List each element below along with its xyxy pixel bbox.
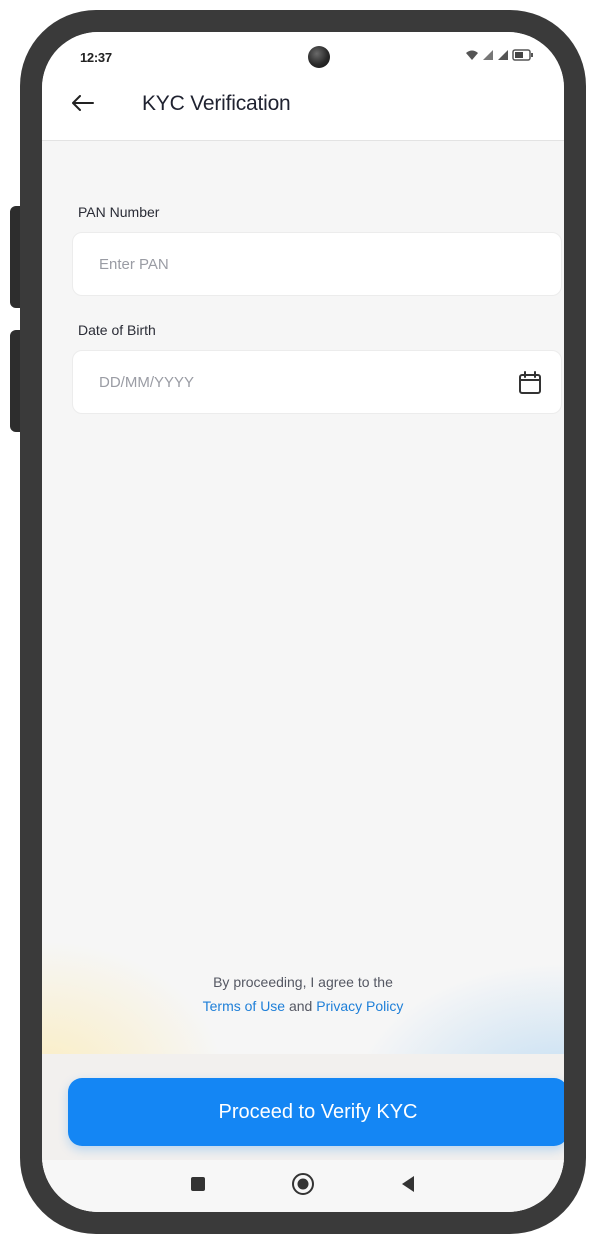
recents-button[interactable] — [182, 1170, 214, 1202]
privacy-policy-link[interactable]: Privacy Policy — [316, 998, 403, 1014]
pan-field-container — [72, 232, 562, 296]
recents-square-icon — [190, 1176, 206, 1197]
dob-input[interactable] — [73, 351, 561, 413]
proceed-verify-kyc-button[interactable]: Proceed to Verify KYC — [68, 1078, 564, 1146]
home-circle-icon — [291, 1172, 315, 1201]
status-icons — [465, 48, 534, 66]
home-button[interactable] — [287, 1170, 319, 1202]
front-camera — [308, 46, 330, 68]
dob-label: Date of Birth — [78, 322, 156, 338]
dob-field-container — [72, 350, 562, 414]
consent-text: By proceeding, I agree to the Terms of U… — [42, 970, 564, 1018]
back-button[interactable] — [66, 88, 100, 122]
calendar-icon[interactable] — [517, 370, 543, 396]
consent-conjunction: and — [288, 998, 313, 1014]
pan-label: PAN Number — [78, 204, 160, 220]
pan-input[interactable] — [73, 233, 561, 295]
signal-icon — [482, 48, 494, 66]
screen: 12:37 KYC Verification PAN Number Enter … — [42, 32, 564, 1212]
system-nav-bar — [42, 1160, 564, 1212]
top-bar: 12:37 KYC Verification — [42, 32, 564, 141]
nav-back-button[interactable] — [392, 1170, 424, 1202]
battery-icon — [512, 48, 534, 66]
terms-of-use-link[interactable]: Terms of Use — [203, 998, 285, 1014]
consent-prefix: By proceeding, I agree to the — [213, 974, 393, 990]
page-title: KYC Verification — [142, 92, 291, 115]
wifi-icon — [465, 48, 479, 66]
signal-icon — [497, 48, 509, 66]
arrow-left-icon — [72, 94, 94, 116]
phone-frame: 12:37 KYC Verification PAN Number Enter … — [20, 10, 586, 1234]
status-time: 12:37 — [80, 50, 112, 65]
consent-links-line: Terms of Use and Privacy Policy — [42, 994, 564, 1018]
back-triangle-icon — [400, 1175, 416, 1198]
